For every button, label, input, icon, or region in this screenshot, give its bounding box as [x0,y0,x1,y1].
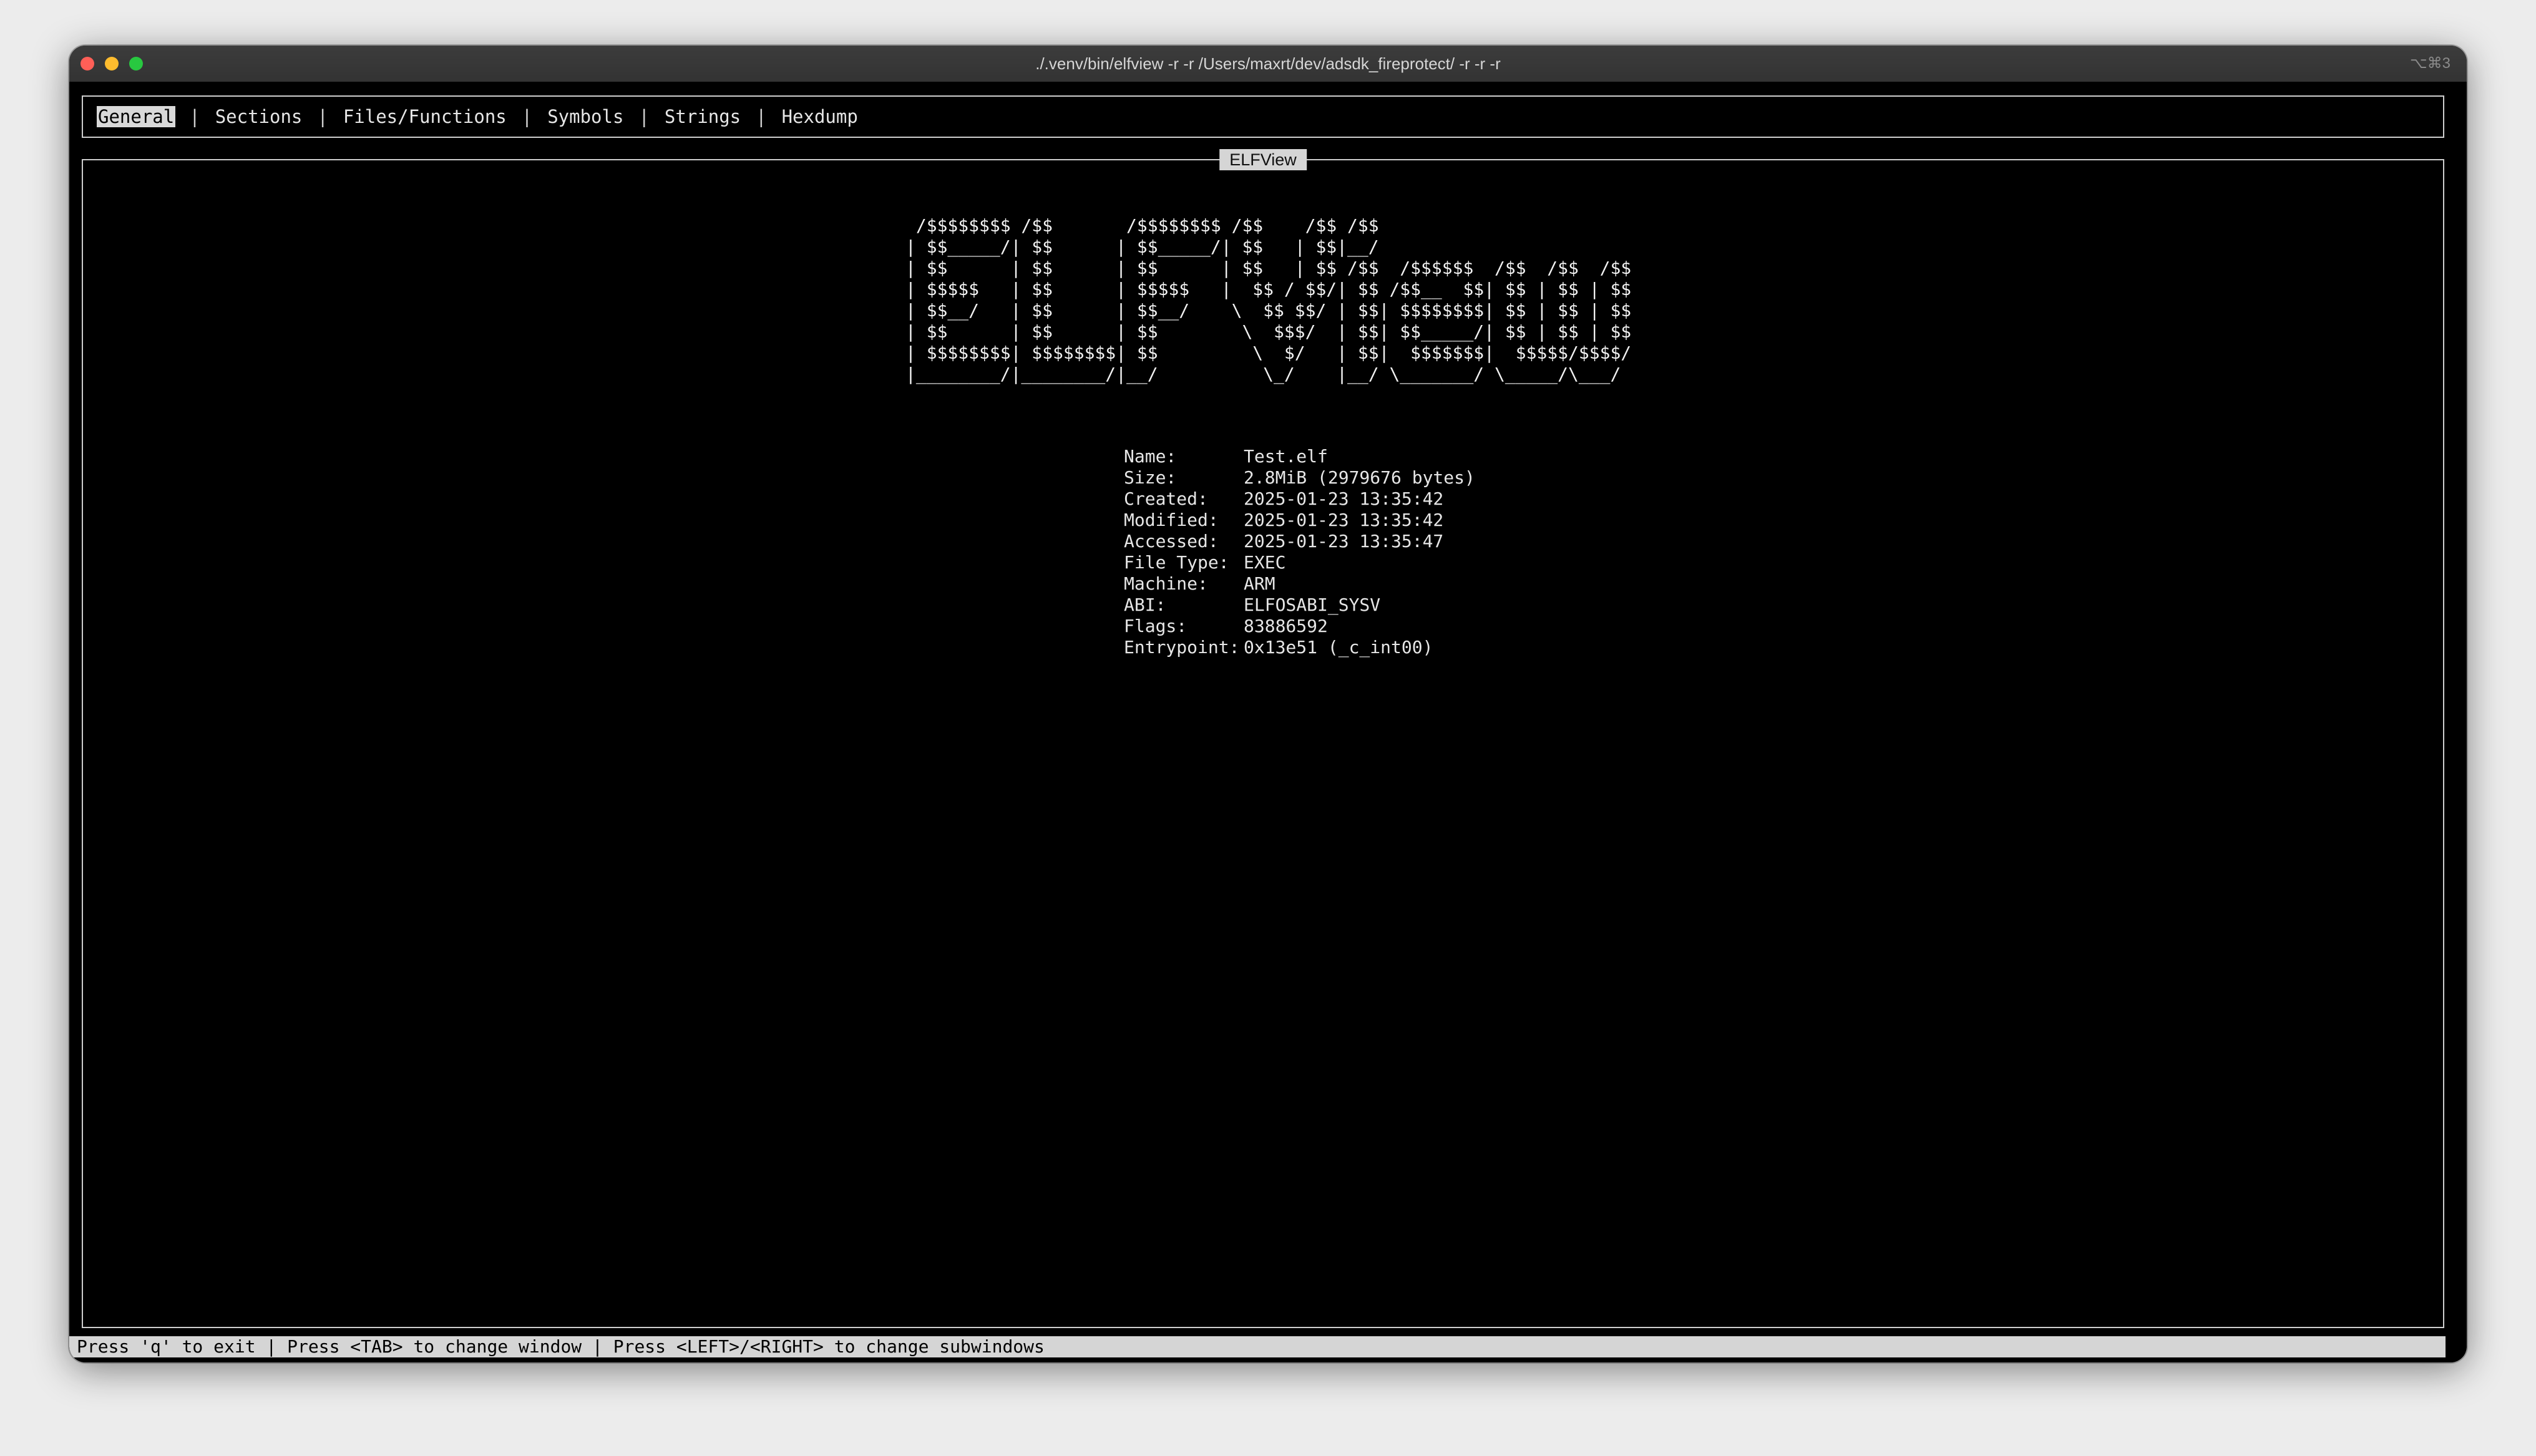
info-row-abi: ABI: ELFOSABI_SYSV [1124,595,1475,616]
title-bar[interactable]: ./.venv/bin/elfview -r -r /Users/maxrt/d… [69,46,2467,83]
info-key: Name: [1124,446,1177,467]
info-key: Size: [1124,467,1177,488]
tab-separator: | [756,106,767,127]
info-row-flags: Flags: 83886592 [1124,616,1475,637]
info-value: Test.elf [1244,446,1328,467]
tab-hexdump[interactable]: Hexdump [781,106,859,127]
info-value: 2025-01-23 13:35:47 [1244,531,1444,551]
tab-list: General | Sections | Files/Functions | S… [97,106,859,127]
info-key: Entrypoint: [1124,637,1240,658]
info-value: EXEC [1244,552,1286,573]
info-value: 2025-01-23 13:35:42 [1244,510,1444,530]
tab-bar: General | Sections | Files/Functions | S… [82,95,2444,138]
info-row-entrypoint: Entrypoint: 0x13e51 (_c_int00) [1124,637,1475,658]
terminal-content[interactable]: General | Sections | Files/Functions | S… [69,82,2467,1362]
info-row-name: Name: Test.elf [1124,446,1475,467]
info-row-size: Size: 2.8MiB (2979676 bytes) [1124,467,1475,488]
info-key: Flags: [1124,616,1188,636]
info-row-machine: Machine: ARM [1124,573,1475,595]
info-key: Accessed: [1124,531,1219,551]
general-panel: ELFView /$$$$$$$$ /$$ /$$$$$$$$ /$$ /$$ … [82,149,2444,1328]
ascii-banner: /$$$$$$$$ /$$ /$$$$$$$$ /$$ /$$ /$$ | $$… [905,215,1632,384]
window-title: ./.venv/bin/elfview -r -r /Users/maxrt/d… [1035,54,1501,73]
info-value: 0x13e51 (_c_int00) [1244,637,1433,658]
info-key: Created: [1124,488,1208,509]
status-bar: Press 'q' to exit | Press <TAB> to chang… [69,1336,2446,1357]
info-value: ARM [1244,573,1275,594]
info-key: File Type: [1124,552,1229,573]
info-value: 2025-01-23 13:35:42 [1244,488,1444,509]
terminal-window: ./.venv/bin/elfview -r -r /Users/maxrt/d… [69,46,2467,1362]
info-row-created: Created: 2025-01-23 13:35:42 [1124,488,1475,510]
tab-general[interactable]: General [97,106,176,127]
tab-strings[interactable]: Strings [663,106,742,127]
tab-symbols[interactable]: Symbols [546,106,625,127]
window-shortcut: ⌥⌘3 [2409,55,2451,72]
info-key: Modified: [1124,510,1219,530]
tab-sections[interactable]: Sections [214,106,304,127]
info-value: 2.8MiB (2979676 bytes) [1244,467,1475,488]
info-value: ELFOSABI_SYSV [1244,595,1381,615]
info-row-modified: Modified: 2025-01-23 13:35:42 [1124,510,1475,531]
info-value: 83886592 [1244,616,1328,636]
file-info: Name: Test.elf Size: 2.8MiB (2979676 bytes… [1124,446,1475,658]
tab-separator: | [638,106,650,127]
info-key: Machine: [1124,573,1208,594]
info-key: ABI: [1124,595,1166,615]
info-row-accessed: Accessed: 2025-01-23 13:35:47 [1124,531,1475,552]
info-row-file-type: File Type: EXEC [1124,552,1475,573]
tab-separator: | [521,106,533,127]
tab-files-functions[interactable]: Files/Functions [342,106,508,127]
tab-separator: | [317,106,328,127]
panel-title: ELFView [1219,149,1307,170]
tab-separator: | [189,106,200,127]
